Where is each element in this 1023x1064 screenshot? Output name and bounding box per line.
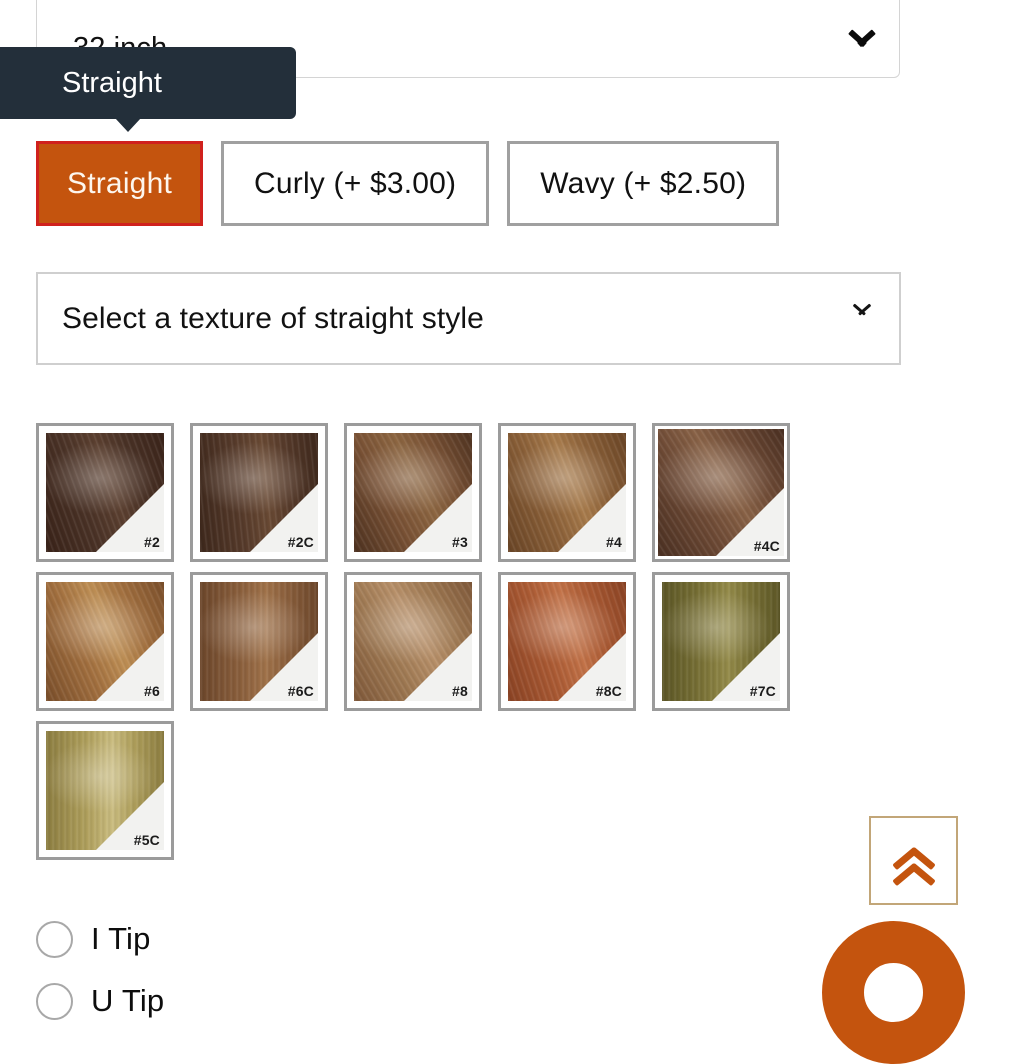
color-swatch-6[interactable]: #6: [36, 572, 174, 711]
tip-option-group: I Tip U Tip: [36, 908, 164, 1032]
radio-icon[interactable]: [36, 982, 73, 1020]
style-option-wavy[interactable]: Wavy (+ $2.50): [507, 141, 780, 226]
texture-select-value: Select a texture of straight style: [62, 301, 484, 335]
color-swatch-3[interactable]: #3: [344, 423, 482, 562]
orange-ring-decoration: [822, 921, 965, 1064]
style-option-curly[interactable]: Curly (+ $3.00): [221, 141, 490, 226]
color-swatch-4c[interactable]: #4C: [652, 423, 790, 562]
texture-select[interactable]: Select a texture of straight style: [36, 272, 901, 365]
color-swatch-2c[interactable]: #2C: [190, 423, 328, 562]
swatch-image: #5C: [46, 731, 164, 850]
color-swatch-2[interactable]: #2: [36, 423, 174, 562]
swatch-image: #8C: [508, 582, 626, 701]
color-swatch-8[interactable]: #8: [344, 572, 482, 711]
tip-option-label: U Tip: [91, 983, 165, 1018]
swatch-image: #7C: [662, 582, 780, 701]
double-chevron-up-icon: [890, 841, 938, 881]
swatch-label: #7C: [749, 683, 776, 699]
swatch-image: #3: [354, 433, 472, 552]
swatch-image: #2C: [200, 433, 318, 552]
color-swatch-7c[interactable]: #7C: [652, 572, 790, 711]
chevron-down-icon: [847, 41, 877, 59]
swatch-label: #8: [452, 683, 468, 699]
swatch-image: #8: [354, 582, 472, 701]
back-to-top-button[interactable]: [869, 816, 958, 905]
style-tooltip-label: Straight: [62, 66, 162, 99]
swatch-image: #6: [46, 582, 164, 701]
swatch-image: #4C: [658, 429, 784, 556]
swatch-image: #6C: [200, 582, 318, 701]
swatch-label: #4: [606, 534, 622, 550]
swatch-image: #4: [508, 433, 626, 552]
swatch-label: #6C: [287, 683, 314, 699]
swatch-label: #3: [452, 534, 468, 550]
tip-option-label: I Tip: [91, 921, 151, 956]
swatch-label: #5C: [133, 832, 160, 848]
style-tooltip-arrow: [115, 118, 141, 132]
swatch-label: #8C: [595, 683, 622, 699]
tip-option-i-tip[interactable]: I Tip: [36, 908, 164, 970]
swatch-label: #6: [144, 683, 160, 699]
color-swatch-4[interactable]: #4: [498, 423, 636, 562]
style-tooltip: Straight: [0, 47, 296, 119]
color-swatch-6c[interactable]: #6C: [190, 572, 328, 711]
chevron-down-icon: [851, 312, 873, 325]
swatch-label: #4C: [753, 538, 780, 554]
style-option-group: Straight Curly (+ $3.00) Wavy (+ $2.50): [36, 141, 797, 226]
color-swatch-grid: #2 #2C #3 #4 #4C #6 #6C #8 #8C #7C #5C: [36, 423, 936, 870]
color-swatch-5c[interactable]: #5C: [36, 721, 174, 860]
color-swatch-8c[interactable]: #8C: [498, 572, 636, 711]
radio-icon[interactable]: [36, 920, 73, 958]
style-option-straight[interactable]: Straight: [36, 141, 203, 226]
tip-option-u-tip[interactable]: U Tip: [36, 970, 164, 1032]
swatch-label: #2C: [287, 534, 314, 550]
swatch-image: #2: [46, 433, 164, 552]
swatch-label: #2: [144, 534, 160, 550]
